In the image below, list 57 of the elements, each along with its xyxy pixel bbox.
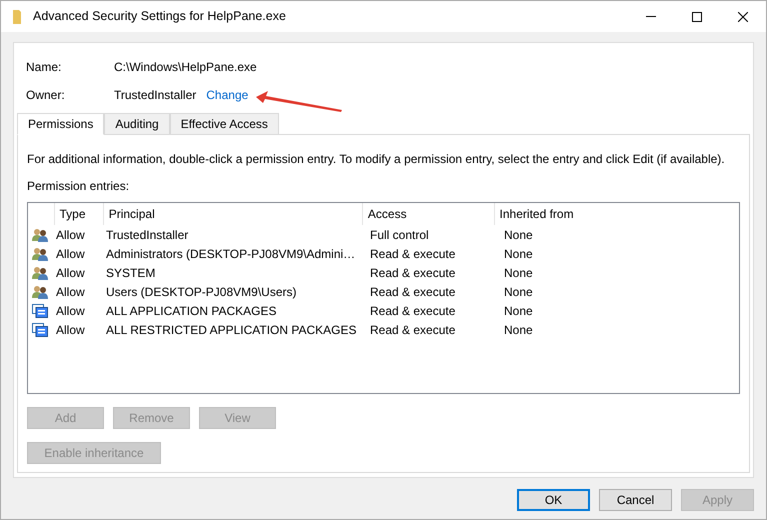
permission-row[interactable]: Allow Users (DESKTOP-PJ08VM9\Users) Read & execute None: [28, 282, 739, 301]
table-cell-text: None: [503, 246, 534, 262]
field-value: TrustedInstaller: [114, 87, 196, 104]
permission-row[interactable]: Allow SYSTEM Read & execute None: [28, 263, 739, 282]
table-cell-text: Read & execute: [369, 246, 456, 262]
table-cell-text: TrustedInstaller: [105, 226, 190, 244]
permission-row[interactable]: Allow TrustedInstaller Full control None: [28, 225, 739, 244]
list-label: Permission entries:: [27, 178, 130, 195]
dialog-button[interactable]: OK: [517, 489, 590, 511]
tab[interactable]: Auditing: [104, 113, 170, 135]
table-cell-text: Full control: [369, 226, 430, 244]
table-cell-text: None: [503, 264, 534, 282]
table-cell-text: None: [503, 284, 534, 300]
app-packages-icon: [32, 322, 48, 336]
table-cell-text: Allow: [55, 264, 86, 282]
table-cell-text: Read & execute: [369, 284, 456, 300]
minimize-icon: [646, 16, 656, 17]
table-cell-text: Allow: [55, 302, 86, 320]
close-icon: [738, 12, 748, 22]
table-cell-text: Allow: [55, 284, 86, 300]
table-cell-text: None: [503, 226, 534, 244]
users-icon: [32, 246, 48, 260]
users-icon: [32, 266, 48, 280]
table-cell-text: None: [503, 322, 534, 338]
permission-row[interactable]: Allow ALL RESTRICTED APPLICATION PACKAGES Read & execute None: [28, 320, 739, 339]
table-cell-text: Allow: [55, 246, 86, 262]
column-header[interactable]: Access: [362, 203, 494, 225]
column-header[interactable]: Inherited from: [494, 203, 740, 225]
folder-icon: [13, 10, 23, 24]
table-cell-text: Allow: [55, 322, 86, 338]
table-cell-text: SYSTEM: [105, 264, 156, 282]
tab[interactable]: Permissions: [17, 113, 104, 135]
table-cell-text: Read & execute: [369, 302, 456, 320]
table-cell-text: Allow: [55, 226, 86, 244]
change-link[interactable]: Change: [206, 86, 248, 104]
field-label: Owner:: [26, 87, 66, 104]
table-cell-text: Read & execute: [369, 322, 456, 338]
table-cell-text: Administrators (DESKTOP-PJ08VM9\Admini…: [105, 246, 356, 262]
table-cell-text: Read & execute: [369, 264, 456, 282]
maximize-icon: [692, 12, 702, 22]
users-icon: [32, 228, 48, 242]
users-icon: [32, 284, 48, 298]
window-title: Advanced Security Settings for HelpPane.exe: [33, 8, 286, 26]
permission-row[interactable]: Allow ALL APPLICATION PACKAGES Read & execute None: [28, 301, 739, 320]
tab[interactable]: Effective Access: [170, 113, 279, 135]
table-cell-text: ALL RESTRICTED APPLICATION PACKAGES: [105, 322, 358, 338]
app-packages-icon: [32, 304, 48, 318]
column-header[interactable]: Principal: [102, 203, 362, 225]
dialog-button[interactable]: Cancel: [599, 489, 672, 511]
permission-row[interactable]: Allow Administrators (DESKTOP-PJ08VM9\Admini… Read & execute None: [28, 244, 739, 263]
field-value: C:\Windows\HelpPane.exe: [114, 59, 257, 76]
column-header[interactable]: Type: [54, 203, 103, 225]
table-cell-text: Users (DESKTOP-PJ08VM9\Users): [105, 284, 298, 300]
info-text: For additional information, double-click a permission entry. To modify a permission entry, select the entry and click Edit (if available).: [27, 152, 726, 166]
table-cell-text: ALL APPLICATION PACKAGES: [105, 302, 278, 320]
field-label: Name:: [26, 59, 62, 76]
table-cell-text: None: [503, 302, 534, 320]
